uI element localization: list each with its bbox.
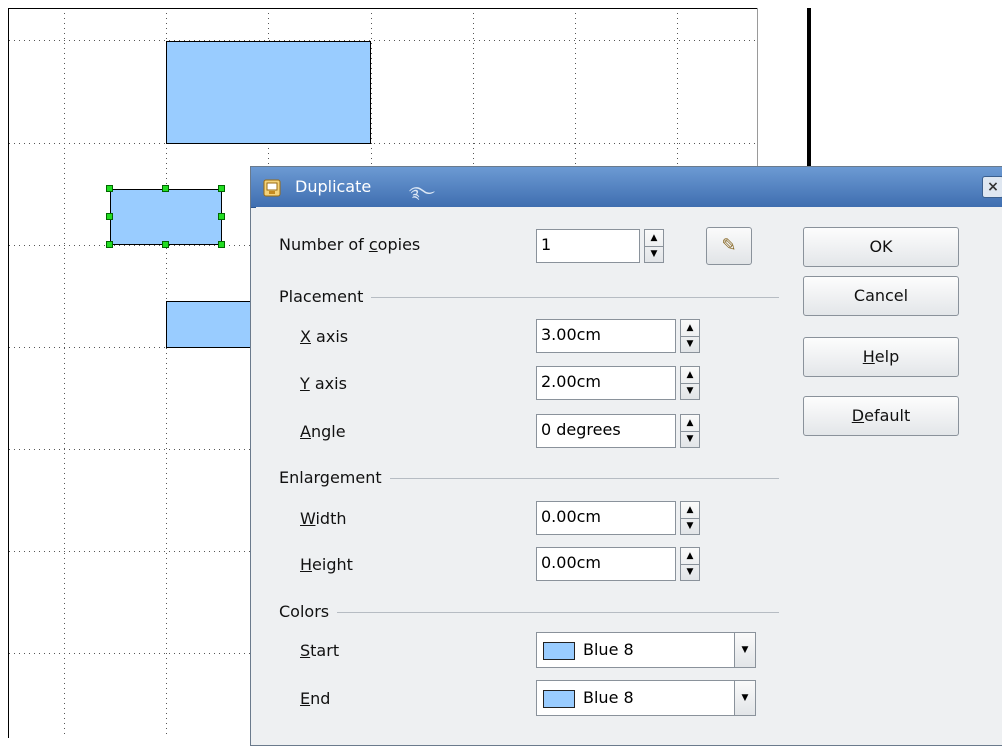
duplicate-dialog: Duplicate ࿐ × Number of copies 1 ▲ ▼ ✎ P… bbox=[250, 166, 1002, 746]
spin-down-arrow-icon[interactable]: ▼ bbox=[681, 336, 699, 352]
x-axis-label: X axis bbox=[300, 327, 349, 346]
rectangle-shape-selected[interactable] bbox=[110, 189, 222, 245]
end-color-label: End bbox=[300, 689, 331, 708]
start-color-label: Start bbox=[300, 641, 340, 660]
copies-label: Number of copies bbox=[279, 235, 421, 254]
spin-up-arrow-icon[interactable]: ▲ bbox=[681, 502, 699, 519]
colors-separator bbox=[279, 612, 779, 613]
height-spin-buttons[interactable]: ▲ ▼ bbox=[680, 547, 700, 581]
help-button[interactable]: Help bbox=[803, 337, 959, 377]
selection-handle[interactable] bbox=[218, 241, 225, 248]
cancel-button[interactable]: Cancel bbox=[803, 276, 959, 316]
vertical-line-shape[interactable] bbox=[807, 8, 811, 178]
enlargement-section-title: Enlargement bbox=[279, 468, 390, 487]
placement-section-title: Placement bbox=[279, 287, 372, 306]
spin-down-arrow-icon[interactable]: ▼ bbox=[645, 246, 663, 262]
spin-up-arrow-icon[interactable]: ▲ bbox=[681, 548, 699, 565]
copies-input[interactable]: 1 bbox=[536, 229, 640, 263]
spin-down-arrow-icon[interactable]: ▼ bbox=[681, 431, 699, 447]
default-button[interactable]: Default bbox=[803, 396, 959, 436]
chevron-down-icon[interactable]: ▼ bbox=[734, 681, 755, 715]
copies-spin-buttons[interactable]: ▲ ▼ bbox=[644, 229, 664, 263]
end-color-value: Blue 8 bbox=[583, 688, 634, 707]
impress-app-icon bbox=[263, 179, 281, 197]
height-input[interactable]: 0.00cm bbox=[536, 547, 676, 581]
page-border-top bbox=[8, 8, 758, 9]
height-label: Height bbox=[300, 555, 353, 574]
selection-handle[interactable] bbox=[162, 185, 169, 192]
end-color-select[interactable]: Blue 8 ▼ bbox=[536, 680, 756, 716]
width-spinbox[interactable]: 0.00cm ▲ ▼ bbox=[536, 501, 701, 535]
spin-up-arrow-icon[interactable]: ▲ bbox=[681, 320, 699, 337]
selection-handle[interactable] bbox=[106, 241, 113, 248]
copies-spinbox[interactable]: 1 ▲ ▼ bbox=[536, 229, 701, 263]
spin-up-arrow-icon[interactable]: ▲ bbox=[645, 230, 663, 247]
pipette-icon: ✎ bbox=[721, 235, 737, 256]
y-axis-label: Y axis bbox=[300, 374, 347, 393]
spin-up-arrow-icon[interactable]: ▲ bbox=[681, 415, 699, 432]
spin-down-arrow-icon[interactable]: ▼ bbox=[681, 518, 699, 534]
y-axis-spin-buttons[interactable]: ▲ ▼ bbox=[680, 366, 700, 400]
angle-input[interactable]: 0 degrees bbox=[536, 414, 676, 448]
y-axis-input[interactable]: 2.00cm bbox=[536, 366, 676, 400]
width-label: Width bbox=[300, 509, 347, 528]
width-input[interactable]: 0.00cm bbox=[536, 501, 676, 535]
dialog-body: Number of copies 1 ▲ ▼ ✎ Placement X axi… bbox=[256, 207, 1002, 745]
start-color-select[interactable]: Blue 8 ▼ bbox=[536, 632, 756, 668]
start-color-value: Blue 8 bbox=[583, 640, 634, 659]
spin-down-arrow-icon[interactable]: ▼ bbox=[681, 383, 699, 399]
height-spinbox[interactable]: 0.00cm ▲ ▼ bbox=[536, 547, 701, 581]
angle-spinbox[interactable]: 0 degrees ▲ ▼ bbox=[536, 414, 701, 448]
width-spin-buttons[interactable]: ▲ ▼ bbox=[680, 501, 700, 535]
selection-handle[interactable] bbox=[106, 185, 113, 192]
angle-label: Angle bbox=[300, 422, 346, 441]
spin-up-arrow-icon[interactable]: ▲ bbox=[681, 367, 699, 384]
angle-spin-buttons[interactable]: ▲ ▼ bbox=[680, 414, 700, 448]
page-border-left bbox=[8, 8, 9, 738]
colors-section-title: Colors bbox=[279, 602, 338, 621]
dialog-title: Duplicate bbox=[295, 177, 372, 196]
selection-handle[interactable] bbox=[218, 185, 225, 192]
selection-handle[interactable] bbox=[218, 213, 225, 220]
color-swatch bbox=[543, 642, 575, 660]
spin-down-arrow-icon[interactable]: ▼ bbox=[681, 564, 699, 580]
dialog-titlebar[interactable]: Duplicate ࿐ × bbox=[251, 167, 1002, 208]
y-axis-spinbox[interactable]: 2.00cm ▲ ▼ bbox=[536, 366, 701, 400]
close-button[interactable]: × bbox=[982, 176, 1002, 198]
selection-handle[interactable] bbox=[162, 241, 169, 248]
ok-button[interactable]: OK bbox=[803, 227, 959, 267]
rectangle-shape-top[interactable] bbox=[166, 41, 371, 144]
selection-handle[interactable] bbox=[106, 213, 113, 220]
x-axis-spinbox[interactable]: 3.00cm ▲ ▼ bbox=[536, 319, 701, 353]
chevron-down-icon[interactable]: ▼ bbox=[734, 633, 755, 667]
x-axis-input[interactable]: 3.00cm bbox=[536, 319, 676, 353]
values-from-selection-button[interactable]: ✎ bbox=[706, 227, 752, 265]
color-swatch bbox=[543, 690, 575, 708]
x-axis-spin-buttons[interactable]: ▲ ▼ bbox=[680, 319, 700, 353]
